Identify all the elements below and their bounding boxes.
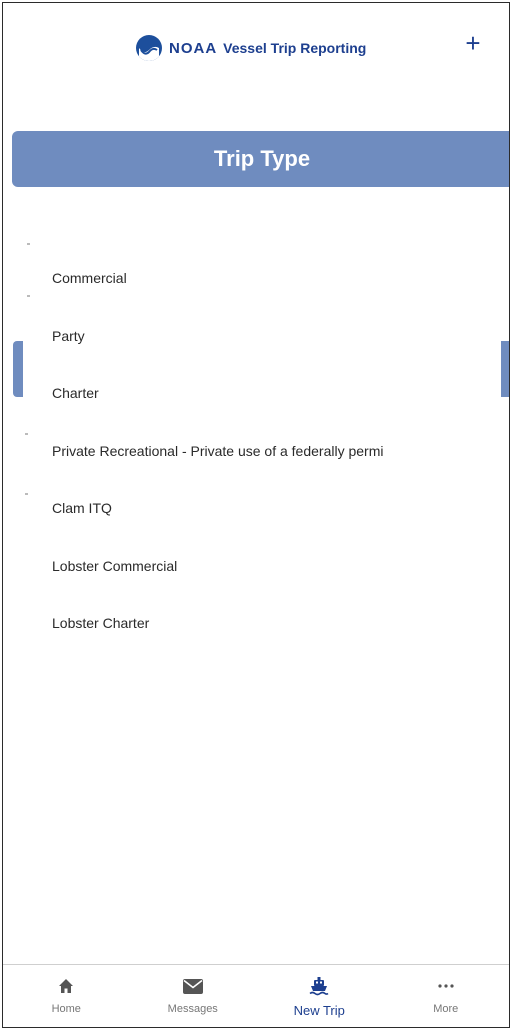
- trip-type-option[interactable]: Commercial: [52, 265, 509, 323]
- background-mark: [27, 243, 30, 245]
- tab-new-trip[interactable]: New Trip: [256, 965, 383, 1027]
- page-title: Trip Type: [213, 146, 311, 171]
- tab-label: More: [433, 1003, 459, 1015]
- background-mark: [25, 433, 28, 435]
- trip-type-option[interactable]: Lobster Charter: [52, 610, 509, 668]
- noaa-logo-icon: [136, 35, 162, 61]
- tab-messages[interactable]: Messages: [130, 965, 257, 1027]
- tab-label: New Trip: [293, 1003, 345, 1018]
- more-icon: [437, 975, 455, 997]
- trip-type-option[interactable]: Clam ITQ: [52, 495, 509, 553]
- app-frame: NOAA Vessel Trip Reporting + Trip Type C…: [2, 2, 510, 1028]
- trip-type-option[interactable]: Lobster Commercial: [52, 553, 509, 611]
- tab-more[interactable]: More: [383, 965, 510, 1027]
- trip-type-list: Commercial Party Charter Private Recreat…: [52, 265, 509, 668]
- noaa-wordmark: NOAA: [169, 39, 218, 57]
- tab-label: Messages: [167, 1003, 218, 1015]
- background-card-edge-left: [13, 341, 23, 397]
- tab-home[interactable]: Home: [3, 965, 130, 1027]
- background-mark: [25, 493, 28, 495]
- tab-label: Home: [51, 1003, 81, 1015]
- home-icon: [58, 975, 74, 997]
- boat-icon: [309, 975, 329, 997]
- app-header: NOAA Vessel Trip Reporting +: [3, 3, 509, 98]
- envelope-icon: [182, 975, 203, 997]
- app-title: Vessel Trip Reporting: [223, 40, 367, 56]
- bottom-tab-bar: Home Messages New Trip More: [3, 964, 509, 1027]
- trip-type-option[interactable]: Charter: [52, 380, 509, 438]
- background-mark: [27, 295, 30, 297]
- trip-type-option[interactable]: Private Recreational - Private use of a …: [52, 438, 509, 496]
- add-button[interactable]: +: [459, 29, 487, 57]
- trip-type-option[interactable]: Party: [52, 323, 509, 381]
- plus-icon: +: [465, 28, 481, 58]
- trip-type-header: Trip Type: [12, 131, 509, 187]
- noaa-brand: NOAA Vessel Trip Reporting: [136, 35, 366, 61]
